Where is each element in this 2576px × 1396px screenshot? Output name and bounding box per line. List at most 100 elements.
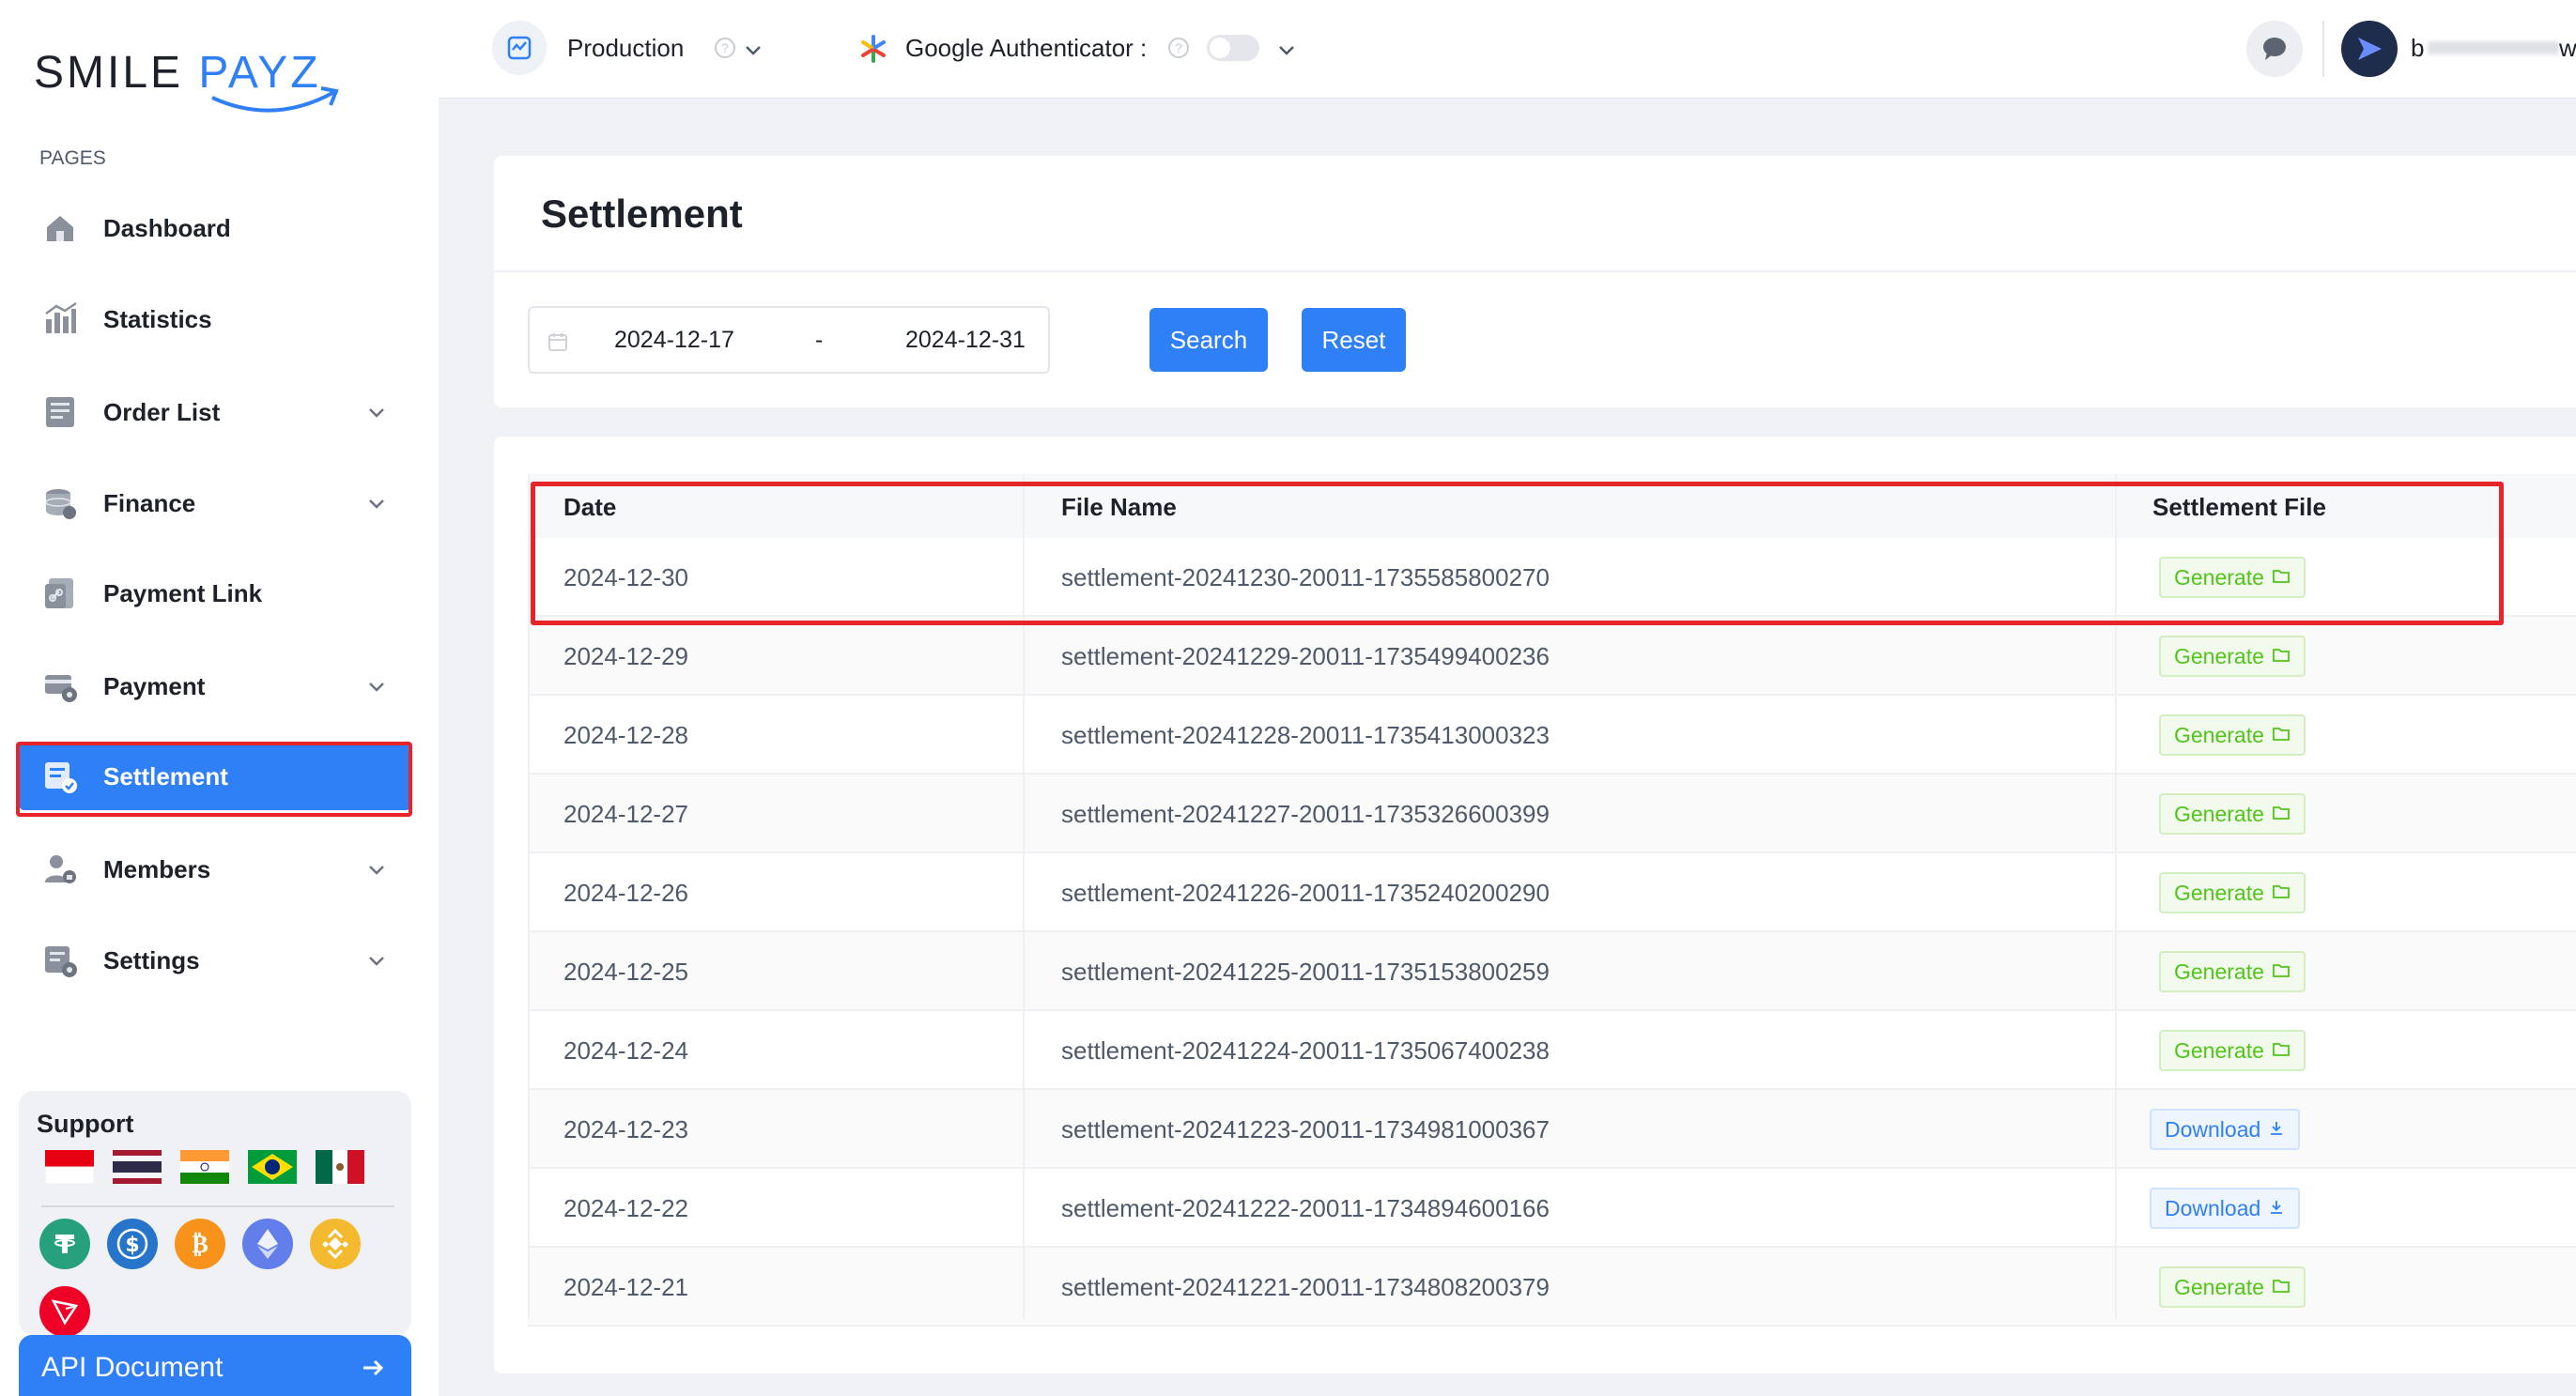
- table-row: 2024-12-21 settlement-20241221-20011-1734…: [528, 1248, 2576, 1327]
- folder-icon: [2272, 959, 2291, 985]
- generate-button[interactable]: Generate: [2159, 872, 2306, 913]
- support-coins: $ ₿: [39, 1219, 396, 1337]
- environment-help-icon[interactable]: ?: [715, 38, 735, 58]
- mexico-flag-icon: [316, 1150, 364, 1184]
- support-title: Support: [37, 1110, 134, 1138]
- brazil-flag-icon: [248, 1150, 297, 1184]
- environment-icon[interactable]: [492, 21, 547, 75]
- svg-text:₿: ₿: [192, 1231, 208, 1259]
- sidebar-item-label: Dashboard: [103, 213, 231, 242]
- sidebar-item-dashboard[interactable]: Dashboard: [19, 194, 411, 262]
- topbar-divider: [2322, 21, 2324, 77]
- generate-label: Generate: [2174, 643, 2264, 668]
- generate-button[interactable]: Generate: [2159, 1030, 2306, 1071]
- generate-label: Generate: [2174, 959, 2264, 984]
- download-label: Download: [2165, 1116, 2261, 1142]
- download-button[interactable]: Download: [2150, 1109, 2301, 1150]
- chevron-down-icon[interactable]: [362, 855, 391, 883]
- environment-selector[interactable]: Production: [567, 34, 684, 63]
- sidebar-item-label: Finance: [103, 488, 196, 517]
- generate-button[interactable]: Generate: [2159, 1266, 2306, 1308]
- row-date: 2024-12-26: [563, 879, 688, 907]
- table-row: 2024-12-24 settlement-20241224-20011-1735…: [528, 1011, 2576, 1090]
- folder-icon: [2272, 723, 2291, 748]
- row-date: 2024-12-21: [563, 1273, 688, 1301]
- authenticator-chevron-down-icon[interactable]: [1274, 38, 1299, 62]
- sidebar-item-statistics[interactable]: Statistics: [19, 285, 411, 353]
- row-date: 2024-12-24: [563, 1036, 688, 1065]
- generate-button[interactable]: Generate: [2159, 557, 2306, 598]
- table-header: Date File Name Settlement File: [528, 474, 2576, 538]
- settlement-icon: [39, 756, 81, 797]
- download-icon: [2268, 1196, 2285, 1221]
- sidebar-item-label: Payment: [103, 671, 206, 700]
- sidebar-item-label: Settlement: [103, 761, 228, 790]
- row-date: 2024-12-28: [563, 721, 688, 749]
- sidebar-item-order-list[interactable]: Order List: [19, 378, 411, 446]
- user-name-redacted: [2428, 41, 2559, 54]
- date-from-input[interactable]: 2024-12-17: [614, 327, 734, 354]
- bar-chart-icon: [39, 299, 81, 340]
- reset-button[interactable]: Reset: [1302, 308, 1406, 372]
- generate-label: Generate: [2174, 722, 2264, 747]
- usdc-icon: $: [107, 1219, 158, 1269]
- authenticator-toggle[interactable]: [1207, 35, 1259, 61]
- sidebar-item-members[interactable]: Members: [19, 836, 411, 903]
- row-date: 2024-12-22: [563, 1194, 688, 1222]
- row-file-name: settlement-20241221-20011-1734808200379: [1061, 1273, 1550, 1301]
- folder-icon: [2272, 881, 2291, 906]
- chevron-down-icon[interactable]: [362, 946, 391, 974]
- folder-icon: [2272, 1275, 2291, 1300]
- search-button[interactable]: Search: [1149, 308, 1268, 372]
- user-name[interactable]: b: [2411, 34, 2424, 63]
- page-title: Settlement: [541, 192, 743, 236]
- chevron-down-icon[interactable]: [362, 672, 391, 700]
- avatar[interactable]: [2341, 21, 2398, 77]
- table-left-border: [528, 474, 530, 1319]
- download-button[interactable]: Download: [2150, 1188, 2301, 1229]
- chevron-down-icon[interactable]: [362, 489, 391, 517]
- members-icon: [39, 849, 81, 890]
- row-file-name: settlement-20241228-20011-1735413000323: [1061, 721, 1550, 749]
- sidebar-item-payment[interactable]: Payment: [19, 652, 411, 720]
- google-authenticator-icon: [861, 35, 886, 63]
- list-icon: [39, 391, 81, 433]
- generate-button[interactable]: Generate: [2159, 636, 2306, 677]
- generate-button[interactable]: Generate: [2159, 951, 2306, 992]
- title-divider: [494, 270, 2576, 272]
- folder-icon: [2272, 802, 2291, 827]
- chevron-down-icon[interactable]: [362, 398, 391, 426]
- date-to-input[interactable]: 2024-12-31: [905, 327, 1026, 354]
- coins-icon: [39, 483, 81, 524]
- support-divider: [41, 1205, 394, 1207]
- generate-button[interactable]: Generate: [2159, 714, 2306, 756]
- row-date: 2024-12-27: [563, 800, 688, 828]
- authenticator-help-icon[interactable]: ?: [1168, 38, 1189, 58]
- column-header-settlement-file: Settlement File: [2152, 493, 2326, 521]
- table-row: 2024-12-27 settlement-20241227-20011-1735…: [528, 775, 2576, 853]
- table-row: 2024-12-29 settlement-20241229-20011-1735…: [528, 617, 2576, 696]
- sidebar-item-payment-link[interactable]: Payment Link: [19, 560, 411, 627]
- logo[interactable]: SMILE PAYZ: [34, 47, 344, 122]
- table-row: 2024-12-30 settlement-20241230-20011-1735…: [528, 538, 2576, 617]
- column-divider-2: [2115, 474, 2117, 1319]
- chat-icon[interactable]: [2246, 21, 2303, 77]
- sidebar-item-finance[interactable]: Finance: [19, 469, 411, 537]
- row-date: 2024-12-29: [563, 642, 688, 670]
- api-document-button[interactable]: API Document: [19, 1335, 411, 1396]
- sidebar-item-settings[interactable]: Settings: [19, 927, 411, 994]
- sidebar-item-settlement[interactable]: Settlement: [19, 743, 411, 810]
- row-file-name: settlement-20241229-20011-1735499400236: [1061, 642, 1550, 670]
- generate-label: Generate: [2174, 1274, 2264, 1299]
- date-range-picker[interactable]: 2024-12-17 - 2024-12-31: [528, 306, 1050, 374]
- generate-button[interactable]: Generate: [2159, 793, 2306, 835]
- bnb-icon: [310, 1219, 361, 1269]
- row-file-name: settlement-20241222-20011-1734894600166: [1061, 1194, 1550, 1222]
- environment-chevron-down-icon[interactable]: [741, 38, 765, 62]
- generate-label: Generate: [2174, 880, 2264, 905]
- indonesia-flag-icon: [45, 1150, 94, 1184]
- generate-label: Generate: [2174, 1037, 2264, 1063]
- svg-text:$: $: [125, 1234, 139, 1257]
- generate-label: Generate: [2174, 564, 2264, 590]
- settlement-table-card: Date File Name Settlement File 2024-12-3…: [494, 437, 2576, 1373]
